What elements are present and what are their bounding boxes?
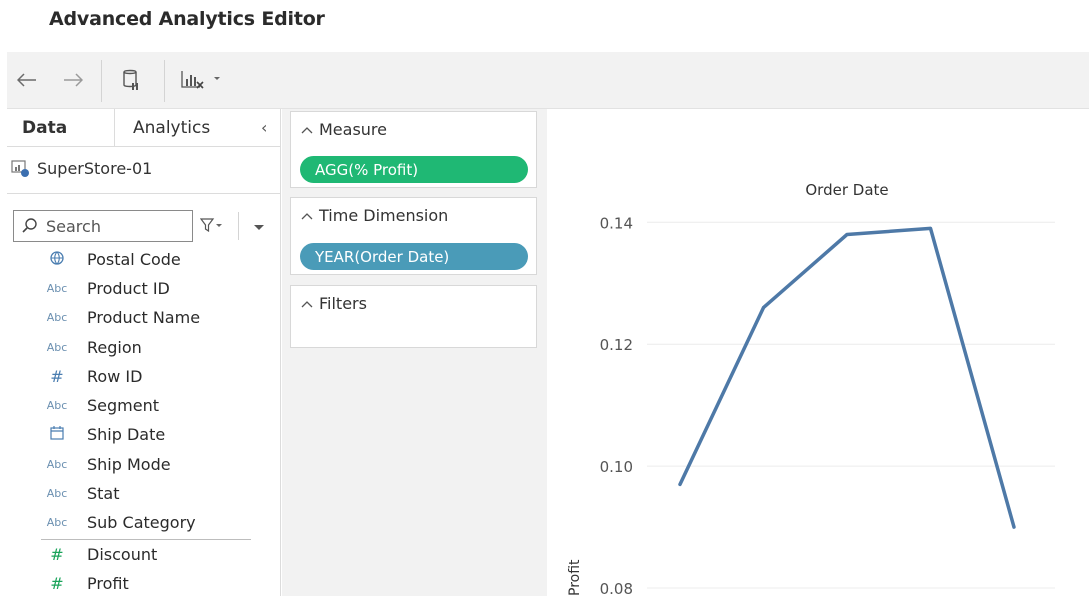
chevron-up-icon	[301, 123, 313, 137]
data-point	[678, 482, 682, 486]
list-item[interactable]: # Row ID	[7, 362, 281, 391]
list-item[interactable]: Ship Date	[7, 420, 281, 449]
panel-tabs: Data Analytics ‹	[7, 109, 281, 147]
y-axis-label: Profit	[567, 559, 583, 596]
text-type-icon: Abc	[46, 516, 68, 529]
back-button[interactable]	[13, 64, 41, 96]
list-item[interactable]: Abc Product ID	[7, 274, 281, 303]
globe-icon	[45, 251, 69, 268]
measure-number-icon: #	[50, 574, 64, 593]
measure-header[interactable]: Measure	[301, 120, 387, 139]
data-panel: Data Analytics ‹ SuperStore-01 Search Po…	[7, 109, 281, 596]
chevron-down-icon	[254, 225, 264, 230]
y-tick-label: 0.14	[600, 214, 633, 232]
field-label: Sub Category	[87, 513, 196, 532]
data-point	[1012, 525, 1016, 529]
measure-number-icon: #	[50, 545, 64, 564]
field-label: Postal Code	[87, 250, 181, 269]
filter-fields-button[interactable]	[199, 218, 224, 236]
y-tick-label: 0.10	[600, 458, 633, 476]
list-item[interactable]: Abc Region	[7, 333, 281, 362]
text-type-icon: Abc	[46, 341, 68, 354]
list-item[interactable]: Postal Code	[7, 245, 281, 274]
collapse-panel-icon[interactable]: ‹	[261, 118, 267, 137]
number-type-icon: #	[50, 367, 64, 386]
text-type-icon: Abc	[46, 399, 68, 412]
calendar-icon	[45, 426, 69, 443]
data-point	[929, 226, 932, 230]
y-tick-label: 0.08	[600, 580, 633, 596]
chart-remove-dropdown-icon	[181, 71, 220, 89]
filters-label: Filters	[319, 294, 367, 313]
toolbar-separator	[164, 60, 165, 102]
clear-chart-button[interactable]	[179, 64, 225, 96]
divider	[7, 193, 281, 194]
text-type-icon: Abc	[46, 487, 68, 500]
field-label: Ship Date	[87, 425, 166, 444]
field-label: Product Name	[87, 308, 201, 327]
y-tick-label: 0.12	[600, 336, 633, 354]
data-point	[845, 232, 849, 236]
search-icon	[22, 218, 37, 233]
field-label: Discount	[87, 545, 158, 564]
chart-title: Order Date	[805, 181, 888, 199]
separator	[238, 212, 239, 240]
datasource-icon	[11, 159, 29, 178]
tab-analytics[interactable]: Analytics	[133, 118, 210, 138]
list-item[interactable]: Abc Ship Mode	[7, 450, 281, 479]
options-dropdown-button[interactable]	[253, 221, 265, 235]
chevron-up-icon	[301, 209, 313, 223]
list-item[interactable]: Abc Sub Category	[7, 508, 281, 537]
time-dimension-pill[interactable]: YEAR(Order Date)	[300, 243, 528, 270]
list-item[interactable]: # Profit	[7, 569, 281, 596]
series-line	[678, 226, 1016, 529]
list-item[interactable]: Abc Segment	[7, 391, 281, 420]
datasource-item[interactable]: SuperStore-01	[11, 159, 152, 178]
toolbar-separator	[101, 60, 102, 102]
forward-button[interactable]	[59, 64, 87, 96]
line-chart: Order Date 0.14 0.12 0.10 0.08 Profit	[567, 181, 1055, 596]
list-item[interactable]: # Discount	[7, 540, 281, 569]
text-type-icon: Abc	[46, 282, 68, 295]
data-point	[762, 306, 765, 310]
datasource-pause-icon	[123, 69, 138, 90]
arrow-left-icon	[17, 73, 36, 87]
field-label: Profit	[87, 574, 129, 593]
filter-dropdown-icon	[199, 218, 222, 233]
list-item[interactable]: Abc Product Name	[7, 303, 281, 332]
pause-datasource-button[interactable]	[117, 64, 145, 96]
toolbar	[7, 52, 1089, 109]
list-item[interactable]: Abc Stat	[7, 479, 281, 508]
measure-card: Measure AGG(% Profit)	[290, 111, 537, 188]
search-placeholder: Search	[46, 216, 101, 236]
chart-area: Order Date 0.14 0.12 0.10 0.08 Profit	[547, 109, 1089, 596]
datasource-name: SuperStore-01	[37, 159, 153, 178]
filters-header[interactable]: Filters	[301, 294, 367, 313]
text-type-icon: Abc	[46, 311, 68, 324]
field-label: Ship Mode	[87, 455, 171, 474]
filters-card[interactable]: Filters	[290, 285, 537, 348]
config-panel: Measure AGG(% Profit) Time Dimension YEA…	[282, 109, 547, 596]
measure-pill[interactable]: AGG(% Profit)	[300, 156, 528, 183]
field-label: Segment	[87, 396, 159, 415]
time-dimension-card: Time Dimension YEAR(Order Date)	[290, 197, 537, 275]
field-label: Row ID	[87, 367, 143, 386]
tab-data[interactable]: Data	[22, 118, 67, 138]
field-label: Stat	[87, 484, 120, 503]
arrow-right-icon	[64, 73, 83, 87]
window-title: Advanced Analytics Editor	[49, 8, 325, 30]
tab-divider	[114, 109, 115, 147]
text-type-icon: Abc	[46, 458, 68, 471]
time-dimension-header[interactable]: Time Dimension	[301, 206, 448, 225]
time-dimension-label: Time Dimension	[319, 206, 449, 225]
field-label: Region	[87, 338, 142, 357]
search-input[interactable]: Search	[13, 210, 193, 242]
measure-label: Measure	[319, 120, 387, 139]
field-label: Product ID	[87, 279, 170, 298]
chevron-up-icon	[301, 297, 313, 311]
